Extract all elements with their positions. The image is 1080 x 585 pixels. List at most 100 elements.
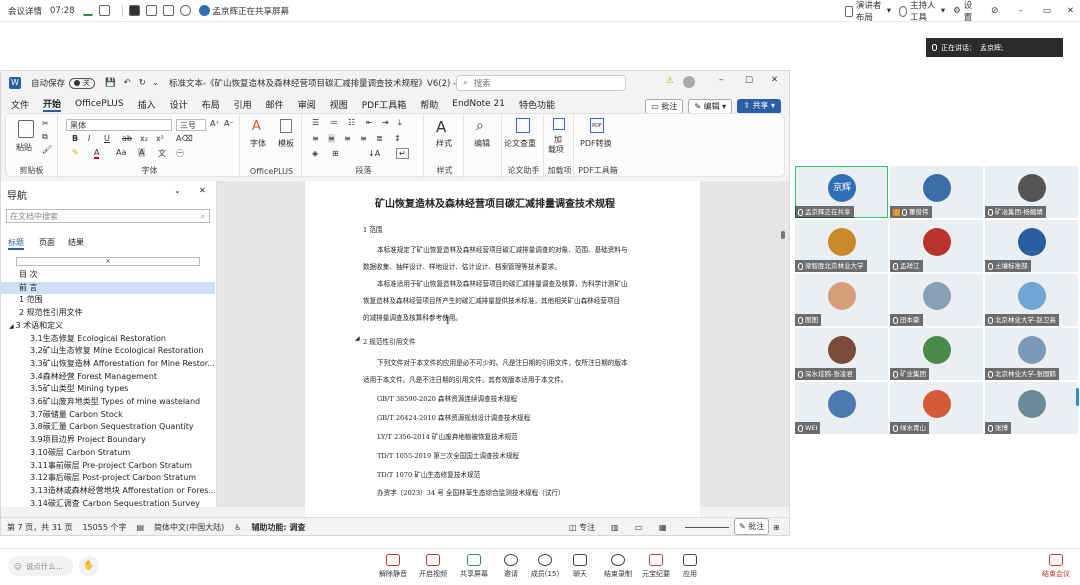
char-shading-icon[interactable]: A (138, 148, 146, 157)
maximize-icon[interactable]: ▭ (1043, 6, 1051, 16)
nav-heading-item[interactable]: 目 次 (1, 269, 215, 281)
change-case-icon[interactable]: Aa (116, 148, 126, 157)
scrollbar-thumb[interactable] (781, 231, 785, 239)
participant-tile[interactable]: 矿业集团 (890, 328, 983, 380)
participant-tile[interactable]: 土壤标准部 (985, 220, 1078, 272)
officeplus-font-icon[interactable]: A (252, 119, 261, 134)
collapse-heading-icon[interactable]: ◢ (355, 335, 360, 342)
warning-icon[interactable]: ⚠ (666, 76, 674, 86)
minimize-icon[interactable]: – (1019, 6, 1023, 16)
nav-heading-item[interactable]: 3.5矿山类型 Mining types (1, 383, 215, 395)
nav-tab-headings[interactable]: 标题 (8, 237, 24, 250)
tab-references[interactable]: 引用 (234, 98, 252, 111)
redo-icon[interactable]: ↻ (139, 78, 146, 88)
superscript-icon[interactable]: x² (156, 134, 164, 143)
align-right-icon[interactable]: ≡ (344, 134, 351, 143)
participant-tile[interactable]: 董俊伟 (890, 166, 983, 218)
nav-heading-item[interactable]: 3.9项目边界 Project Boundary (1, 434, 215, 446)
read-mode-icon[interactable]: ▥ (611, 523, 619, 532)
share-screen-button[interactable]: 共享屏幕 (454, 554, 494, 579)
close-icon[interactable]: ✕ (771, 75, 778, 85)
tab-view[interactable]: 视图 (330, 98, 348, 111)
undo-icon[interactable]: ↶ (124, 78, 131, 88)
copy-icon[interactable]: ⧉ (42, 132, 48, 142)
comment-float-button[interactable]: ✎ 批注 (734, 518, 770, 535)
borders-icon[interactable]: ⊞ (332, 149, 339, 158)
participant-tile[interactable]: 孟祥江 (890, 220, 983, 272)
show-marks-icon[interactable]: ↵ (396, 148, 409, 159)
web-layout-icon[interactable]: ▦ (659, 523, 667, 532)
participant-tile[interactable]: 绿水青山 (890, 382, 983, 434)
meeting-details-button[interactable]: 会议详情 (8, 5, 42, 17)
start-video-button[interactable]: 开启视频 (413, 554, 453, 579)
presenter-layout-button[interactable]: 演讲者布局 ▾ (845, 0, 891, 23)
participant-tile[interactable]: 田本豪 (890, 274, 983, 326)
tab-review[interactable]: 审阅 (298, 98, 316, 111)
justify-icon[interactable]: ≡ (360, 134, 367, 143)
print-layout-icon[interactable]: ▭ (635, 523, 643, 532)
nav-heading-item[interactable]: 前 言 (1, 281, 215, 294)
font-name-select[interactable]: 黑体 (66, 119, 172, 131)
word-search-box[interactable]: ⌕ 搜索 (456, 75, 626, 91)
format-painter-icon[interactable]: 🖌 (42, 145, 52, 154)
increase-indent-icon[interactable]: ⇥ (382, 118, 389, 127)
host-tools-button[interactable]: 主持人工具 ▾ (899, 0, 945, 23)
strikethrough-icon[interactable]: ab (122, 134, 132, 143)
members-button[interactable]: 成员(15) (525, 554, 565, 579)
stop-recording-button[interactable]: 结束录制 (598, 554, 638, 579)
officeplus-template-label[interactable]: 模板 (278, 138, 294, 149)
tab-design[interactable]: 设计 (170, 98, 188, 111)
remote-control-icon[interactable] (162, 5, 174, 16)
addins-icon[interactable] (553, 118, 565, 130)
subscript-icon[interactable]: x₂ (140, 134, 148, 143)
tab-officeplus[interactable]: OfficePLUS (75, 99, 124, 109)
enclose-char-icon[interactable]: ㊀ (176, 148, 184, 159)
raise-hand-button[interactable]: ✋ (79, 556, 99, 576)
nav-heading-item[interactable]: 3.13造林或森林经营地块 Afforestation or Fores... (1, 485, 215, 497)
participant-tile[interactable]: 京辉 孟京辉正在共享 (795, 166, 888, 218)
bold-icon[interactable]: B (72, 134, 78, 143)
close-icon[interactable]: ✕ (1067, 6, 1074, 16)
zoom-icon[interactable]: ⊕ (773, 523, 780, 532)
autosave-toggle[interactable]: 关 (69, 77, 96, 89)
nav-heading-item[interactable]: 2 规范性引用文件 (1, 307, 215, 319)
styles-button-label[interactable]: 样式 (436, 138, 452, 149)
nav-tab-pages[interactable]: 页面 (39, 237, 55, 248)
tab-layout[interactable]: 布局 (202, 98, 220, 111)
nav-heading-item[interactable]: 3.6矿山废弃地类型 Types of mine wasteland (1, 396, 215, 408)
nav-collapse-bar[interactable]: × (16, 257, 200, 266)
chevron-down-icon[interactable]: ⌄ (174, 186, 181, 195)
participant-tile[interactable]: 北京林业大学-赵卫高 (985, 274, 1078, 326)
chat-input[interactable]: ☺ 说点什么... (8, 556, 73, 576)
participant-tile[interactable]: 张博 (985, 382, 1078, 434)
zoom-slider[interactable] (685, 527, 729, 528)
addins-label-2[interactable]: 载项 (548, 144, 564, 155)
nav-heading-item[interactable]: 3.3矿山恢复造林 Afforestation for Mine Restor.… (1, 358, 215, 370)
pdf-convert-icon[interactable]: PDF (590, 118, 604, 133)
language-indicator[interactable]: 简体中文(中国大陆) (154, 522, 224, 533)
participant-tile[interactable]: 图图 (795, 274, 888, 326)
line-spacing-icon[interactable]: ↕ (394, 134, 401, 143)
save-icon[interactable]: 💾 (105, 78, 116, 88)
align-center-icon[interactable]: ≡ (328, 134, 335, 143)
account-avatar[interactable] (683, 76, 695, 88)
tab-help[interactable]: 帮助 (420, 98, 438, 111)
sort-icon[interactable]: ↓A (368, 149, 380, 158)
paste-icon[interactable] (18, 120, 34, 138)
decrease-indent-icon[interactable]: ⇤ (366, 118, 373, 127)
customize-qat-icon[interactable]: ⌄ (152, 78, 159, 88)
tab-pdf-toolbox[interactable]: PDF工具箱 (362, 98, 407, 111)
paste-label[interactable]: 粘贴 (16, 142, 32, 153)
nav-search-input[interactable]: 在文档中搜索 ⌕ (6, 209, 210, 223)
find-icon[interactable]: ⌕ (476, 118, 484, 134)
participant-tile[interactable]: 深水炫鸥-张凌君 (795, 328, 888, 380)
pin-icon[interactable]: ⊘ (991, 6, 999, 16)
align-left-icon[interactable]: ≡ (312, 134, 319, 143)
glasses-icon[interactable] (179, 5, 191, 16)
minimize-icon[interactable]: – (719, 75, 723, 85)
focus-mode-button[interactable]: ◫ 专注 (569, 522, 595, 533)
participant-tile[interactable]: 梁智胜北京林业大学 (795, 220, 888, 272)
tab-home[interactable]: 开始 (43, 97, 62, 112)
nav-heading-item[interactable]: 3.12事后碳层 Post-project Carbon Stratum (1, 472, 215, 484)
nav-heading-item[interactable]: 3.8碳汇量 Carbon Sequestration Quantity (1, 421, 215, 433)
